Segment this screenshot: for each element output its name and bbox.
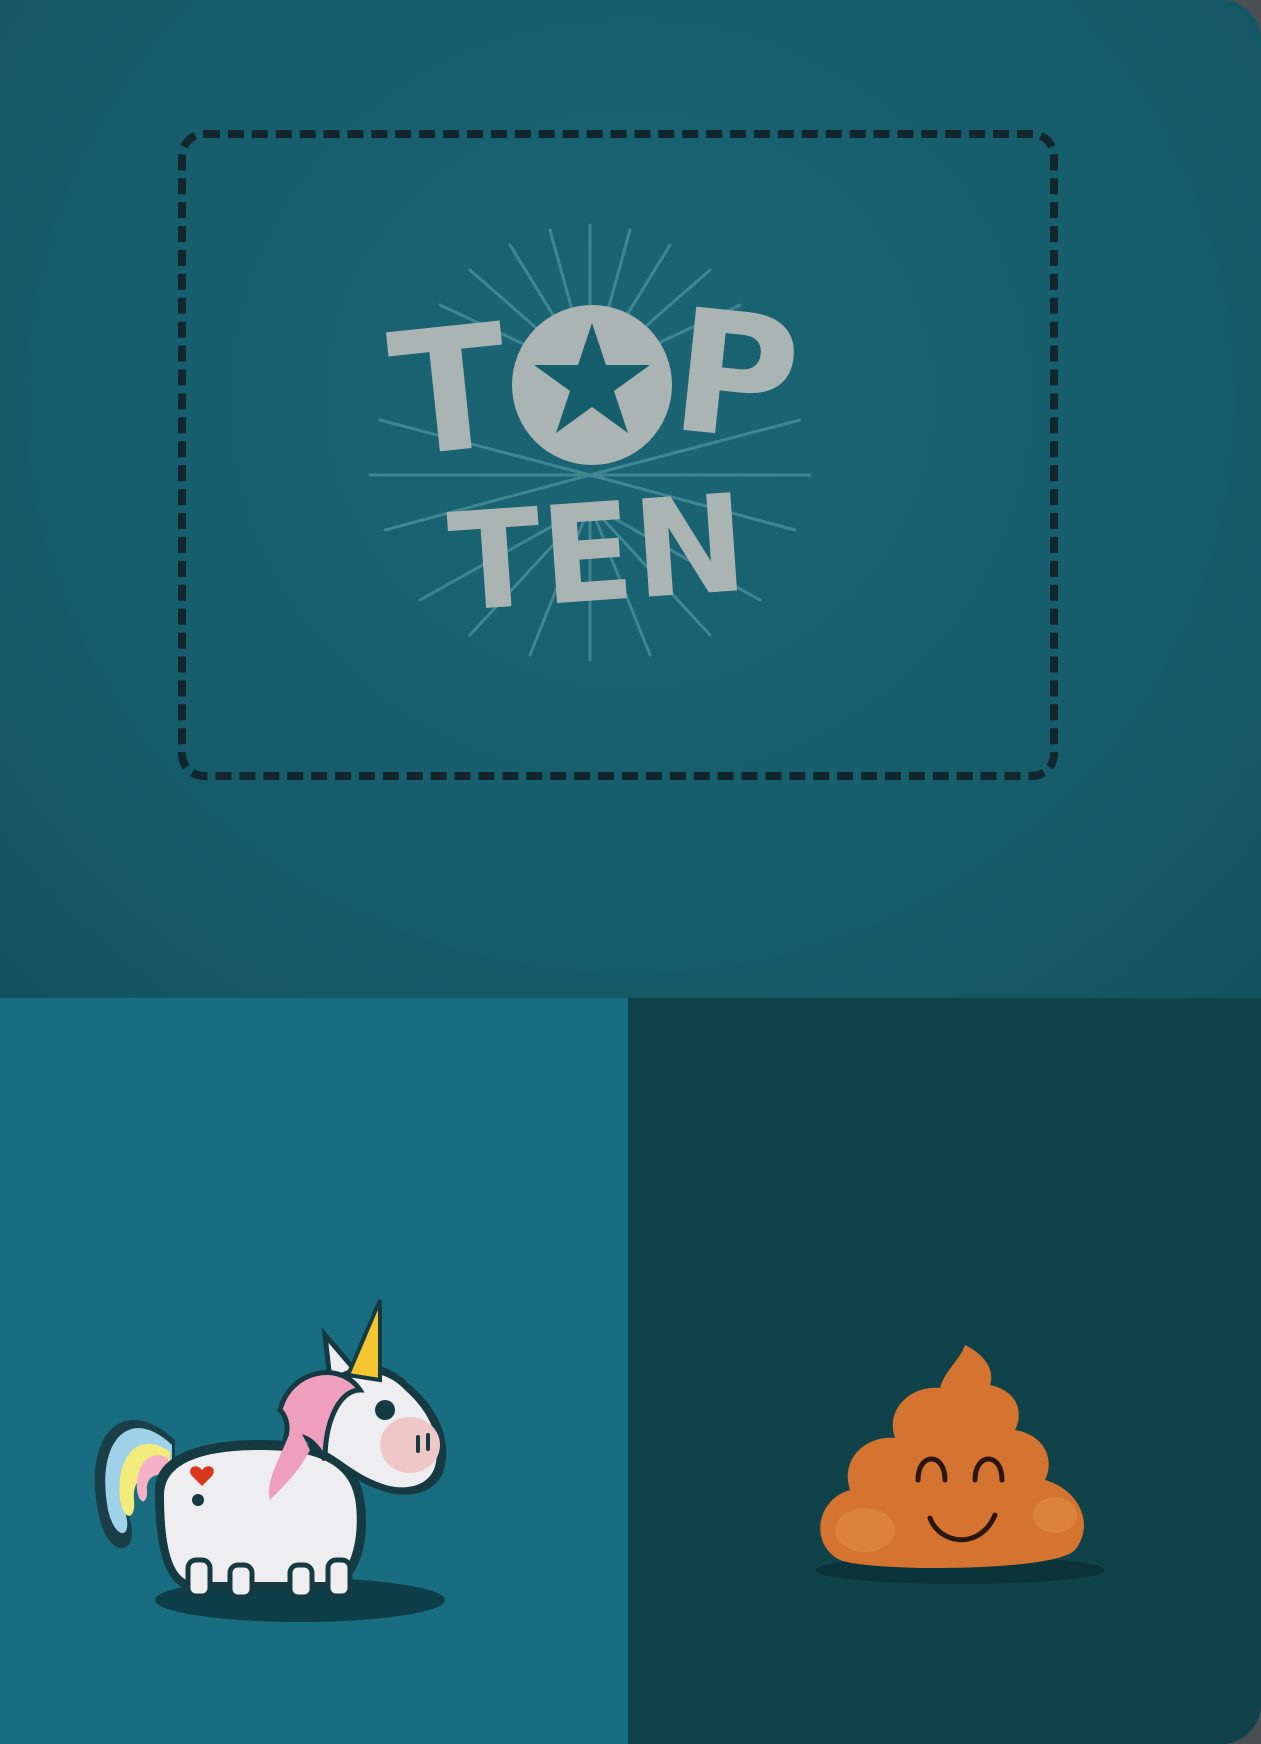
logo-letter-p: P [664, 272, 809, 482]
top-ten-logo: T P TEN [368, 223, 812, 662]
star-in-circle-icon [512, 305, 672, 465]
logo-letter-t: T [382, 287, 518, 496]
unicorn-icon [94, 1299, 447, 1622]
logo-line-ten: TEN [444, 465, 752, 642]
top-panel: T P TEN [0, 0, 1261, 998]
smiling-poop-icon [815, 1345, 1105, 1584]
top-ten-card-back: T P TEN [0, 0, 1261, 1744]
